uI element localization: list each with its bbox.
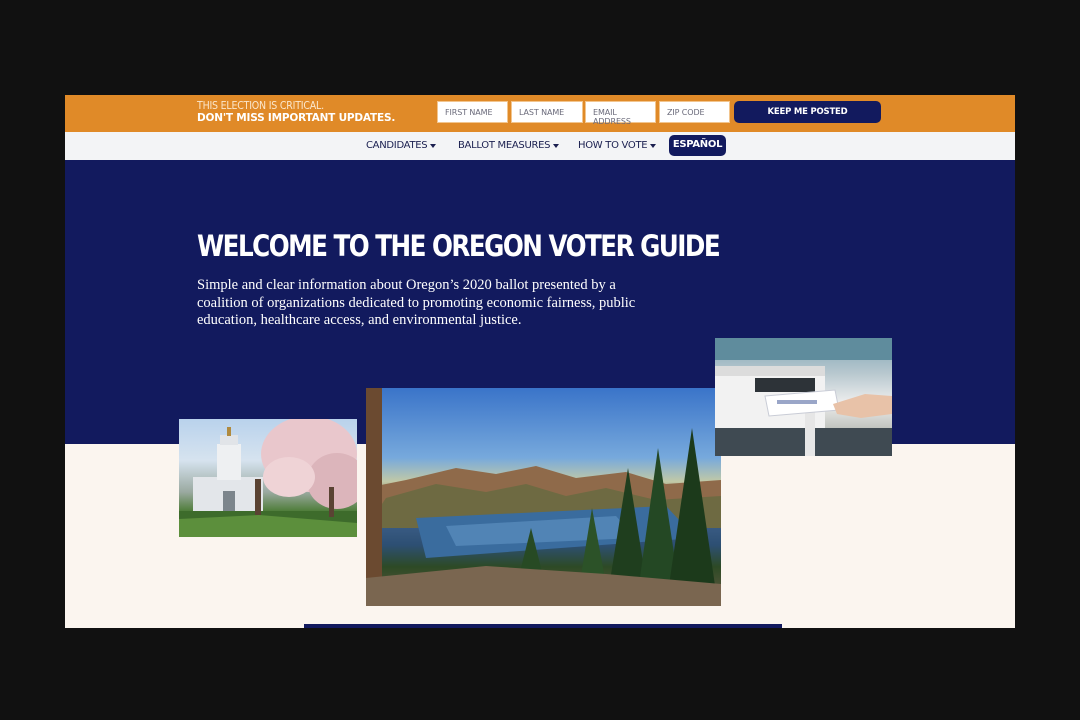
nav-how-to-vote[interactable]: HOW TO VOTE bbox=[578, 140, 657, 151]
first-name-field[interactable]: FIRST NAME bbox=[437, 101, 508, 123]
nav-how-to-vote-label: HOW TO VOTE bbox=[578, 140, 648, 151]
zip-code-field[interactable]: ZIP CODE bbox=[659, 101, 730, 123]
signup-subheadline: DON'T MISS IMPORTANT UPDATES. bbox=[197, 112, 396, 124]
nav-ballot-measures[interactable]: BALLOT MEASURES bbox=[458, 140, 560, 151]
chevron-down-icon bbox=[553, 143, 560, 148]
content-card-top-edge bbox=[304, 624, 782, 628]
nav-ballot-measures-label: BALLOT MEASURES bbox=[458, 140, 551, 151]
chevron-down-icon bbox=[650, 143, 657, 148]
main-nav: CANDIDATES BALLOT MEASURES HOW TO VOTE E… bbox=[65, 132, 1015, 160]
signup-headline: THIS ELECTION IS CRITICAL. bbox=[197, 100, 324, 112]
browser-viewport: THIS ELECTION IS CRITICAL. DON'T MISS IM… bbox=[65, 95, 1015, 628]
hero-description: Simple and clear information about Orego… bbox=[197, 277, 636, 328]
crater-lake-photo bbox=[366, 388, 721, 606]
signup-bar: THIS ELECTION IS CRITICAL. DON'T MISS IM… bbox=[65, 95, 1015, 132]
nav-candidates[interactable]: CANDIDATES bbox=[366, 140, 437, 151]
espanol-button[interactable]: ESPAÑOL bbox=[669, 135, 726, 156]
email-field[interactable]: EMAIL ADDRESS bbox=[585, 101, 656, 126]
last-name-field[interactable]: LAST NAME bbox=[511, 101, 583, 123]
page-title: WELCOME TO THE OREGON VOTER GUIDE bbox=[197, 229, 721, 263]
ballot-drop-box-photo bbox=[715, 338, 892, 456]
capitol-photo-art bbox=[179, 419, 357, 537]
keep-me-posted-button[interactable]: KEEP ME POSTED bbox=[734, 101, 881, 123]
ballot-drop-box-photo-art bbox=[715, 338, 892, 456]
crater-lake-photo-art bbox=[366, 388, 721, 606]
chevron-down-icon bbox=[430, 143, 437, 148]
capitol-photo bbox=[179, 419, 357, 537]
nav-candidates-label: CANDIDATES bbox=[366, 140, 428, 151]
